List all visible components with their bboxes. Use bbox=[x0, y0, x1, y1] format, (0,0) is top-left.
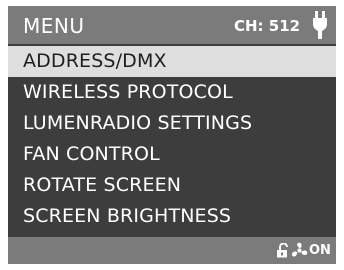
menu-item-rotate-screen[interactable]: ROTATE SCREEN bbox=[8, 170, 336, 201]
plug-icon bbox=[313, 11, 327, 39]
fan-icon bbox=[291, 242, 308, 257]
unlocked-icon bbox=[277, 243, 288, 258]
menu-item-wireless-protocol[interactable]: WIRELESS PROTOCOL bbox=[8, 77, 336, 108]
fan-status-text: ON bbox=[309, 243, 331, 258]
menu-item-screen-brightness[interactable]: SCREEN BRIGHTNESS bbox=[8, 201, 336, 232]
menu-item-fan-control[interactable]: FAN CONTROL bbox=[8, 139, 336, 170]
menu-header: MENU CH: 512 bbox=[8, 6, 336, 44]
menu-item-lumenradio-settings[interactable]: LUMENRADIO SETTINGS bbox=[8, 108, 336, 139]
menu-item-address-dmx[interactable]: ADDRESS/DMX bbox=[8, 46, 336, 77]
status-footer: ON bbox=[8, 237, 336, 264]
device-display: MENU CH: 512 ADDRESS/DMX WIRELESS PROTOC… bbox=[8, 6, 336, 264]
page-title: MENU bbox=[23, 14, 85, 38]
menu-list: ADDRESS/DMX WIRELESS PROTOCOL LUMENRADIO… bbox=[8, 46, 336, 232]
channel-indicator: CH: 512 bbox=[234, 17, 301, 35]
